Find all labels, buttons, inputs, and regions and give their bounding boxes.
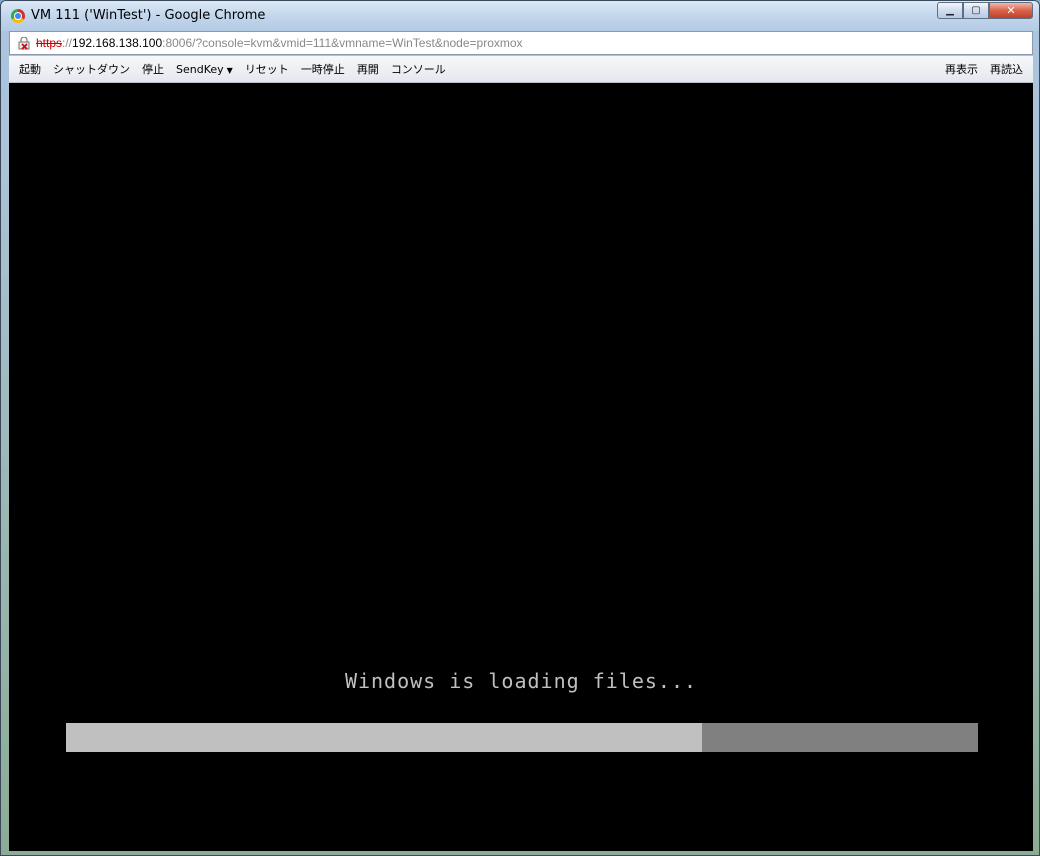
resume-button[interactable]: 再開 <box>351 61 385 77</box>
sendkey-dropdown[interactable]: SendKey ▼ <box>170 63 239 76</box>
refresh-display-button[interactable]: 再表示 <box>939 61 984 77</box>
shutdown-button[interactable]: シャットダウン <box>47 61 136 77</box>
console-button[interactable]: コンソール <box>385 61 452 77</box>
loading-progress-fill <box>66 723 702 752</box>
url-host: 192.168.138.100 <box>72 36 163 50</box>
maximize-icon: ▢ <box>971 5 981 16</box>
reload-button[interactable]: 再読込 <box>984 61 1029 77</box>
maximize-button[interactable]: ▢ <box>963 2 989 19</box>
url-path: :8006/?console=kvm&vmid=111&vmname=WinTe… <box>162 36 523 50</box>
minimize-button[interactable]: ▁ <box>937 2 963 19</box>
loading-message: Windows is loading files... <box>344 669 698 693</box>
reset-button[interactable]: リセット <box>239 61 295 77</box>
chevron-down-icon: ▼ <box>226 65 233 75</box>
toolbar-right-group: 再表示 再読込 <box>939 56 1029 82</box>
address-bar[interactable]: https://192.168.138.100:8006/?console=kv… <box>9 31 1033 55</box>
url-separator: :// <box>62 36 73 50</box>
chrome-logo-icon <box>11 9 25 23</box>
toolbar-left-group: 起動 シャットダウン 停止 SendKey ▼ リセット 一時停止 再開 コンソー… <box>13 56 452 82</box>
insecure-lock-icon[interactable] <box>18 37 30 50</box>
window-controls: ▁ ▢ ✕ <box>937 2 1033 20</box>
stop-button[interactable]: 停止 <box>136 61 170 77</box>
close-icon: ✕ <box>1006 4 1016 17</box>
browser-window: VM 111 ('WinTest') - Google Chrome ▁ ▢ ✕… <box>0 0 1040 856</box>
suspend-button[interactable]: 一時停止 <box>295 61 351 77</box>
loading-progress-bar <box>66 723 978 752</box>
sendkey-label: SendKey <box>176 62 224 76</box>
window-title: VM 111 ('WinTest') - Google Chrome <box>31 8 266 23</box>
url-scheme: https <box>36 36 63 50</box>
vm-console-screen[interactable]: Windows is loading files... <box>9 83 1033 851</box>
close-button[interactable]: ✕ <box>989 2 1033 19</box>
start-button[interactable]: 起動 <box>13 61 47 77</box>
minimize-icon: ▁ <box>946 5 954 16</box>
vm-toolbar: 起動 シャットダウン 停止 SendKey ▼ リセット 一時停止 再開 コンソー… <box>9 56 1033 83</box>
title-bar[interactable]: VM 111 ('WinTest') - Google Chrome ▁ ▢ ✕ <box>1 1 1039 31</box>
url-text[interactable]: https://192.168.138.100:8006/?console=kv… <box>36 36 523 50</box>
